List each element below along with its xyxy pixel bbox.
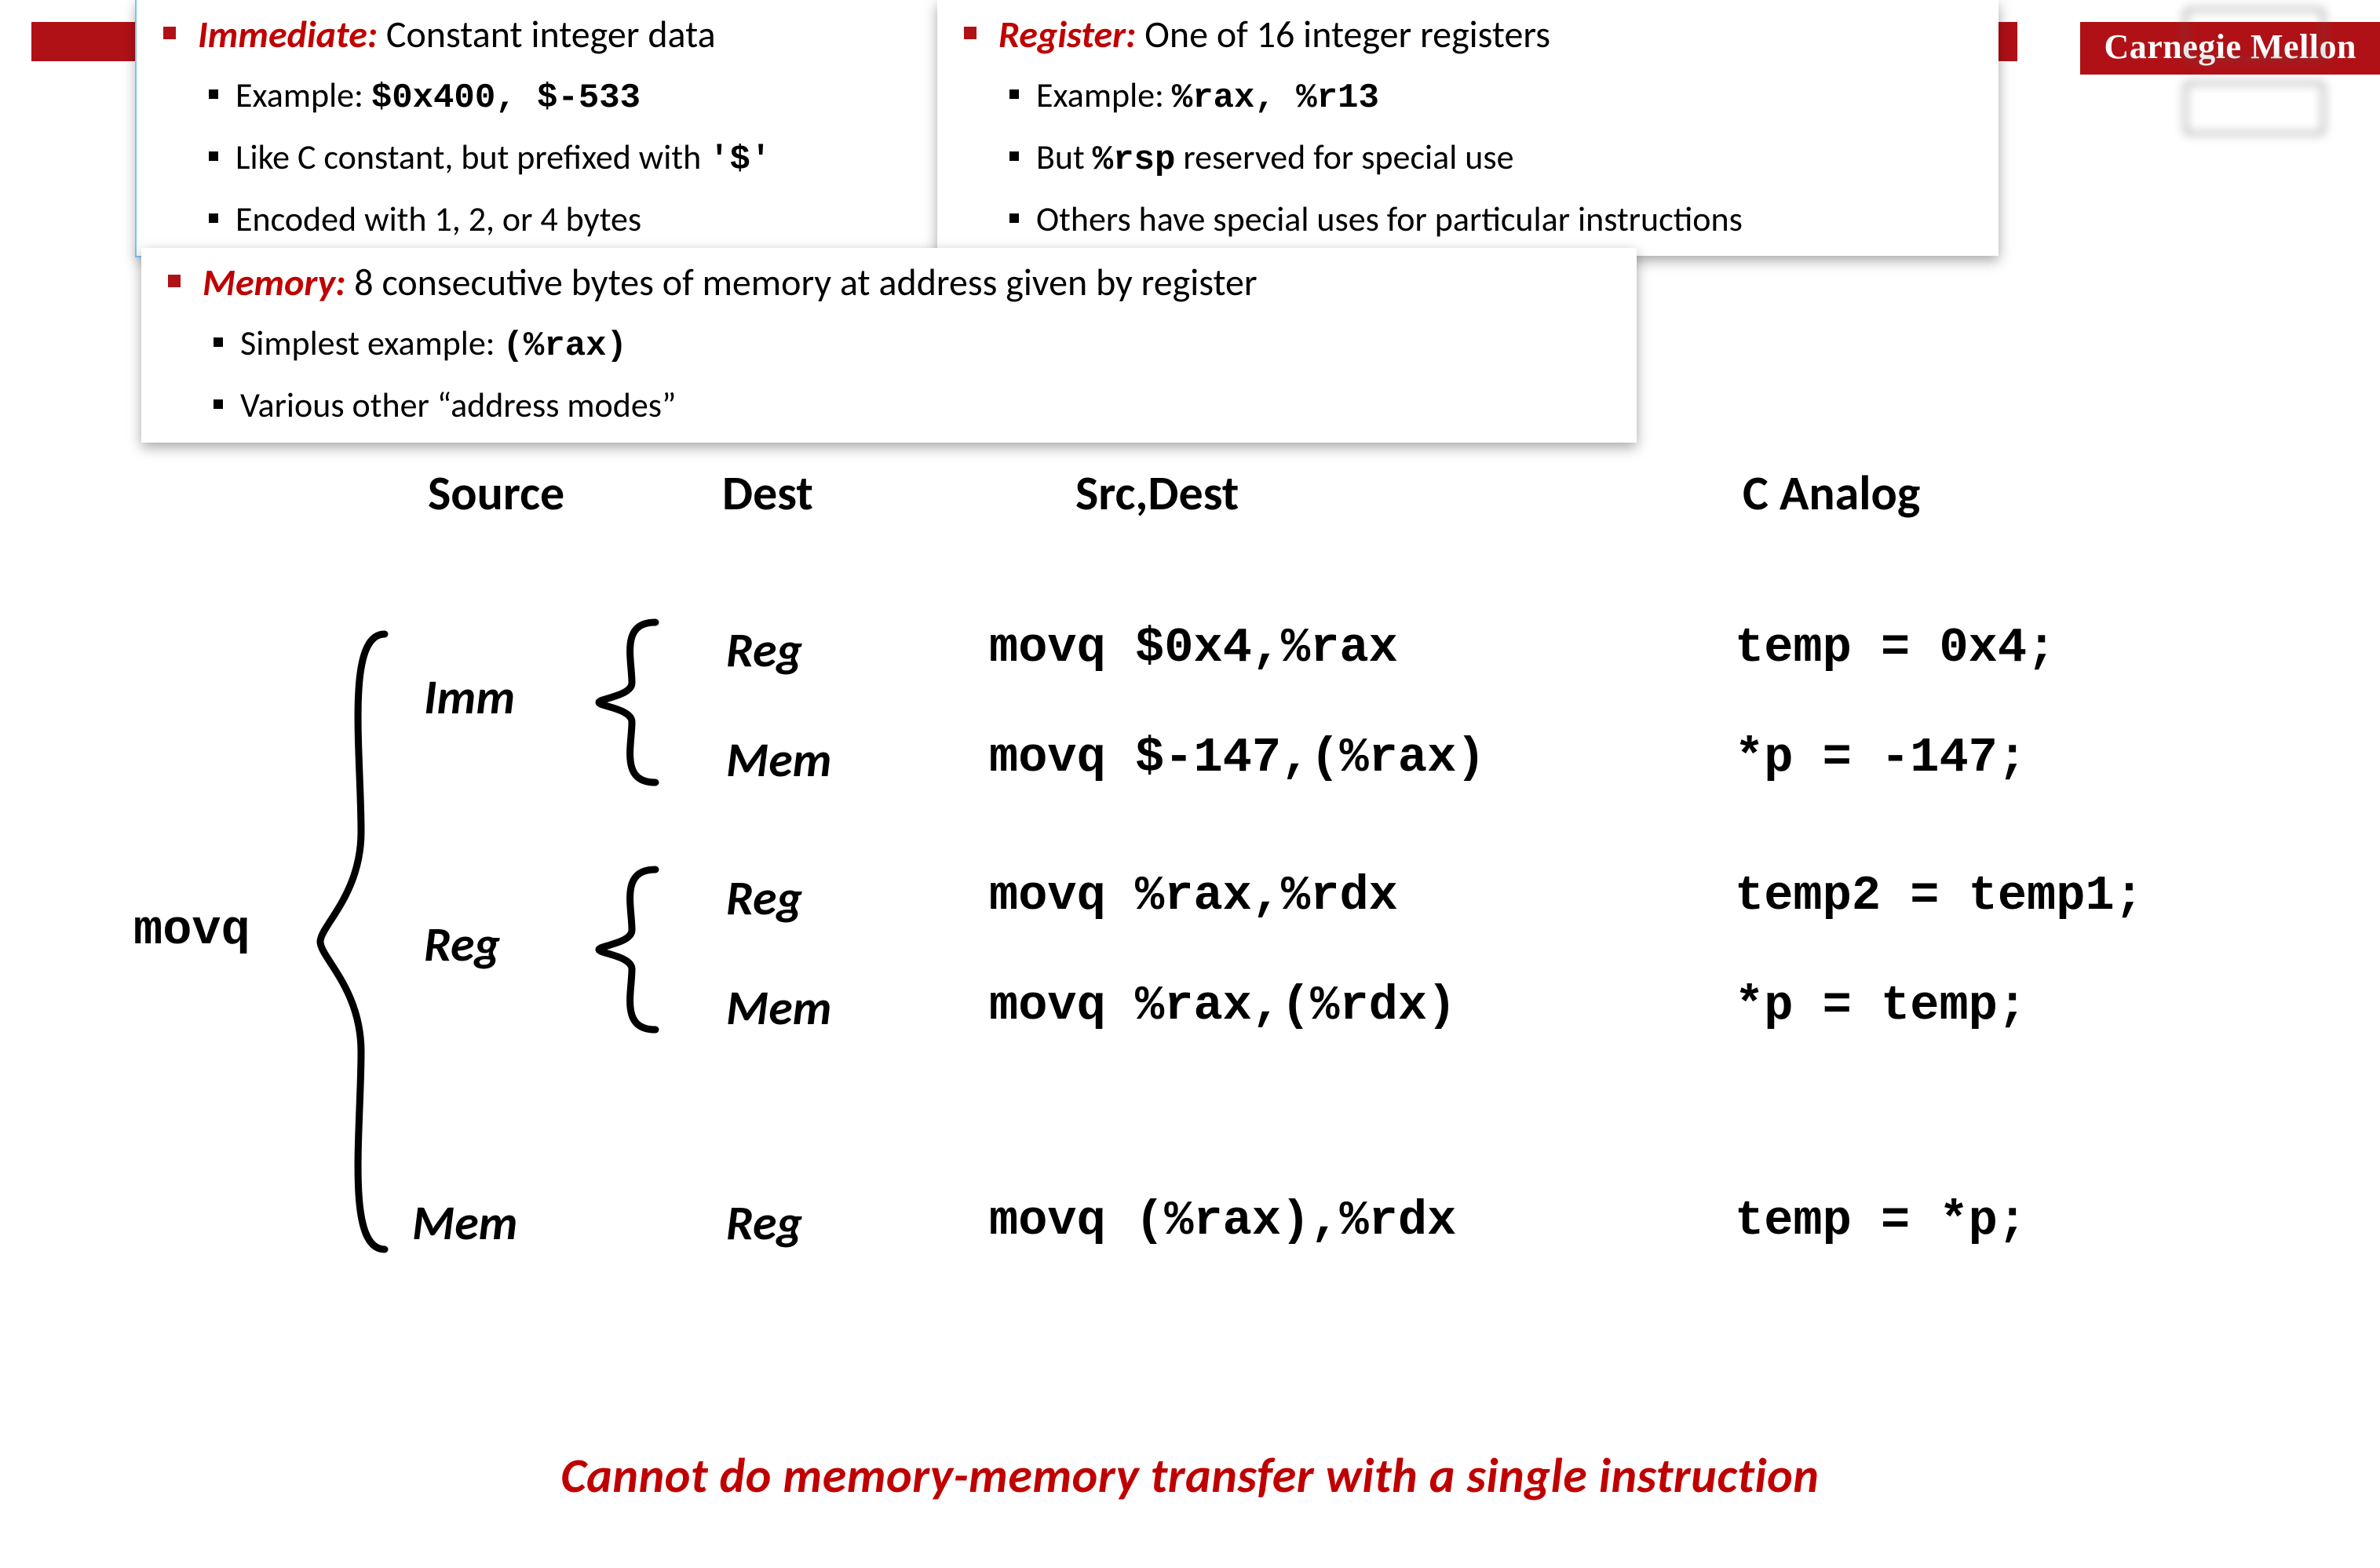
c-row-2: temp2 = temp1; bbox=[1735, 868, 2144, 924]
dest-reg-3: Reg bbox=[726, 1193, 802, 1253]
term-memory: Memory: bbox=[203, 259, 345, 305]
bullet-text: Example: bbox=[1036, 74, 1172, 116]
bullet-text: Simplest example: bbox=[240, 322, 503, 364]
bullet-code: (%rax) bbox=[503, 326, 627, 366]
bullet-code: %rsp bbox=[1093, 140, 1176, 180]
bullet-text: Like C constant, but prefixed with bbox=[235, 136, 709, 178]
callout-heading: Memory: 8 consecutive bytes of memory at… bbox=[157, 254, 1621, 435]
bullet-text: But bbox=[1036, 136, 1093, 178]
callout-register: Register: One of 16 integer registers Ex… bbox=[937, 0, 1999, 256]
decorative-blurred-graphic bbox=[2184, 8, 2325, 165]
brace-main bbox=[314, 628, 392, 1256]
header-dest: Dest bbox=[722, 463, 813, 523]
dest-reg-2: Reg bbox=[726, 868, 802, 928]
bullet-text: Others have special uses for particular … bbox=[1036, 198, 1743, 240]
bullet-code: $0x400, $-533 bbox=[371, 78, 641, 118]
term-immediate: Immediate: bbox=[198, 11, 378, 57]
instr-label: movq bbox=[133, 903, 250, 958]
bullet-text: Encoded with 1, 2, or 4 bytes bbox=[235, 198, 641, 240]
bullet-item: Others have special uses for particular … bbox=[998, 190, 1983, 249]
header-source: Source bbox=[428, 463, 564, 523]
bullet-code: '$' bbox=[709, 140, 771, 180]
callout-immediate: Immediate: Constant integer data Example… bbox=[137, 0, 937, 256]
bullet-code: %rax, %r13 bbox=[1172, 78, 1379, 118]
asm-row-3: movq %rax,(%rdx) bbox=[989, 978, 1456, 1034]
bullet-item: Example: $0x400, $-533 bbox=[198, 66, 922, 128]
bullet-item: Various other “address modes” bbox=[203, 376, 1621, 435]
dest-mem-1: Mem bbox=[726, 730, 831, 789]
asm-row-4: movq (%rax),%rdx bbox=[989, 1193, 1456, 1249]
slide-root: Carnegie Mellon Immediate: Constant inte… bbox=[0, 0, 2380, 1568]
term-desc: Constant integer data bbox=[386, 11, 716, 57]
term-desc: 8 consecutive bytes of memory at address… bbox=[354, 259, 1257, 305]
asm-row-2: movq %rax,%rdx bbox=[989, 868, 1398, 924]
c-row-1: *p = -147; bbox=[1735, 730, 2027, 786]
asm-row-1: movq $-147,(%rax) bbox=[989, 730, 1486, 786]
src-mem: Mem bbox=[412, 1193, 517, 1253]
c-row-3: *p = temp; bbox=[1735, 978, 2027, 1034]
asm-row-0: movq $0x4,%rax bbox=[989, 620, 1398, 676]
header-canalog: C Analog bbox=[1743, 463, 1920, 523]
bullet-item: But %rsp reserved for special use bbox=[998, 128, 1983, 190]
dest-mem-2: Mem bbox=[726, 978, 831, 1037]
bullet-text: reserved for special use bbox=[1175, 136, 1513, 178]
bullet-text: Example: bbox=[235, 74, 371, 116]
bullet-text: Various other “address modes” bbox=[240, 384, 676, 426]
footer-warning: Cannot do memory-memory transfer with a … bbox=[0, 1446, 2380, 1505]
callout-memory: Memory: 8 consecutive bytes of memory at… bbox=[141, 248, 1637, 443]
brace-imm-dest bbox=[593, 616, 663, 789]
movq-diagram: movq Imm Reg Mem Reg Mem Reg Mem Reg mov… bbox=[133, 612, 2316, 1334]
c-row-4: temp = *p; bbox=[1735, 1193, 2027, 1249]
brace-reg-dest bbox=[593, 863, 663, 1036]
src-reg: Reg bbox=[424, 914, 500, 974]
bullet-item: Simplest example: (%rax) bbox=[203, 314, 1621, 376]
callout-heading: Register: One of 16 integer registers Ex… bbox=[953, 6, 1983, 248]
src-imm: Imm bbox=[424, 667, 515, 727]
bullet-item: Encoded with 1, 2, or 4 bytes bbox=[198, 190, 922, 249]
c-row-0: temp = 0x4; bbox=[1735, 620, 2056, 676]
header-srcdest: Src,Dest bbox=[1075, 463, 1239, 523]
term-register: Register: bbox=[998, 11, 1136, 57]
term-desc: One of 16 integer registers bbox=[1144, 11, 1550, 57]
dest-reg-1: Reg bbox=[726, 620, 802, 680]
callout-heading: Immediate: Constant integer data Example… bbox=[152, 6, 922, 248]
bullet-item: Example: %rax, %r13 bbox=[998, 66, 1983, 128]
bullet-item: Like C constant, but prefixed with '$' bbox=[198, 128, 922, 190]
